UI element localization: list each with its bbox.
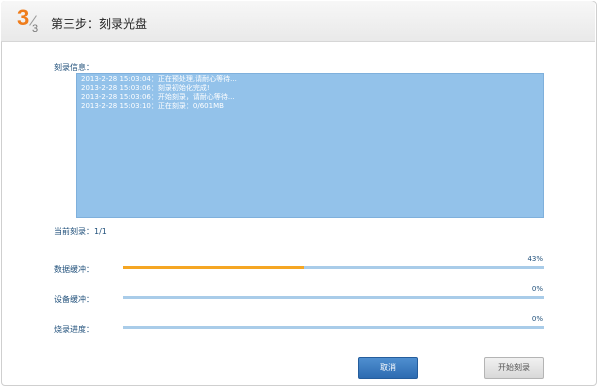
burn-progress-percent: 0% bbox=[531, 315, 543, 323]
log-line: 2013-2-28 15:03:04：正在预处理,请耐心等待... bbox=[81, 75, 237, 83]
step-number: 3 bbox=[17, 5, 30, 30]
start-burn-button[interactable]: 开始刻录 bbox=[484, 357, 544, 379]
step-badge: 3 3 bbox=[17, 6, 43, 36]
page-title: 第三步：刻录光盘 bbox=[51, 17, 148, 31]
device-buffer-label: 设备缓冲： bbox=[54, 295, 94, 304]
log-textarea[interactable]: 2013-2-28 15:03:04：正在预处理,请耐心等待... 2013-2… bbox=[76, 73, 544, 218]
data-buffer-label: 数据缓冲： bbox=[54, 265, 94, 274]
log-line: 2013-2-28 15:03:06：开始刻录，请耐心等待... bbox=[81, 93, 235, 101]
data-buffer-bar bbox=[123, 266, 544, 269]
step-total: 3 bbox=[32, 23, 39, 35]
step-header: 3 3 第三步：刻录光盘 bbox=[1, 1, 595, 42]
device-buffer-percent: 0% bbox=[531, 285, 543, 293]
log-label: 刻录信息： bbox=[54, 63, 94, 72]
cancel-button[interactable]: 取消 bbox=[358, 357, 418, 379]
current-burn-label: 当前刻录：1/1 bbox=[54, 227, 107, 236]
log-line: 2013-2-28 15:03:10：正在刻录：0/601MB bbox=[81, 102, 224, 110]
data-buffer-percent: 43% bbox=[527, 255, 543, 263]
device-buffer-bar bbox=[123, 296, 544, 299]
burn-progress-label: 烧录进度： bbox=[54, 325, 94, 334]
burn-progress-bar bbox=[123, 326, 544, 329]
log-line: 2013-2-28 15:03:06：刻录初始化完成! bbox=[81, 84, 210, 92]
data-buffer-fill bbox=[123, 266, 305, 269]
